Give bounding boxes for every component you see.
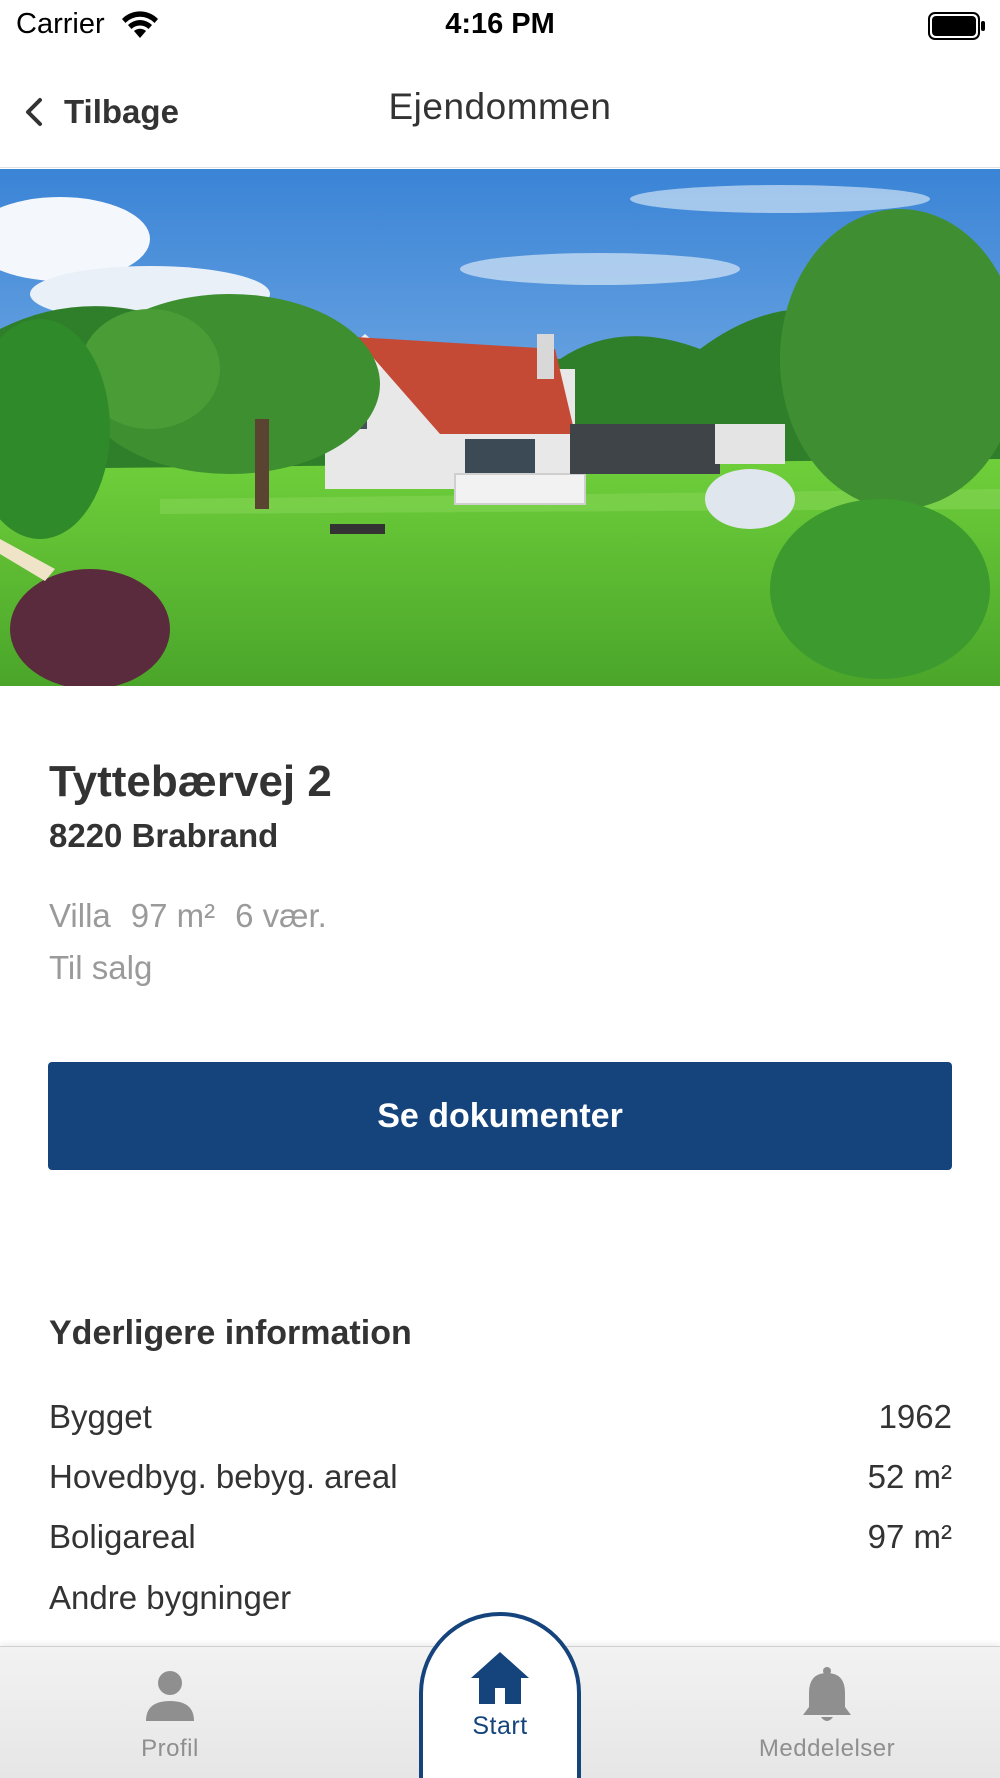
page-title: Ejendommen bbox=[388, 86, 612, 127]
info-label: Hovedbyg. bebyg. areal bbox=[49, 1458, 398, 1495]
status-bar: Carrier 4:16 PM bbox=[0, 0, 1000, 52]
info-row-main-building-area: Hovedbyg. bebyg. areal 52 m² bbox=[49, 1458, 952, 1502]
battery-icon bbox=[928, 12, 985, 40]
navigation-bar: Tilbage Ejendommen bbox=[0, 56, 1000, 168]
property-screen: Carrier 4:16 PM Tilbage Ejendommen Tytte… bbox=[0, 0, 1000, 1778]
property-postal: 8220 Brabrand bbox=[49, 817, 279, 854]
tab-start[interactable]: Start bbox=[419, 1612, 581, 1778]
tab-notifications[interactable]: Meddelelser bbox=[752, 1647, 902, 1778]
tab-notifications-label: Meddelelser bbox=[758, 1735, 896, 1762]
property-status: Til salg bbox=[49, 949, 153, 986]
info-value: 97 m² bbox=[867, 1518, 952, 1555]
person-icon bbox=[146, 1671, 194, 1721]
tab-profile[interactable]: Profil bbox=[130, 1647, 210, 1778]
info-label: Bygget bbox=[49, 1398, 152, 1435]
home-icon bbox=[471, 1652, 529, 1704]
info-row-built: Bygget 1962 bbox=[49, 1398, 952, 1442]
tab-start-label: Start bbox=[472, 1712, 528, 1740]
info-label: Andre bygninger bbox=[49, 1579, 292, 1616]
property-area: 97 m² bbox=[130, 897, 216, 934]
property-rooms: 6 vær. bbox=[235, 897, 327, 934]
clock: 4:16 PM bbox=[445, 8, 555, 40]
info-value: 52 m² bbox=[867, 1458, 952, 1495]
property-photo bbox=[0, 169, 1000, 686]
info-heading: Yderligere information bbox=[49, 1314, 412, 1352]
property-meta: Villa 97 m² 6 vær. bbox=[49, 897, 347, 935]
info-value: 1962 bbox=[878, 1398, 952, 1435]
see-documents-button[interactable]: Se dokumenter bbox=[48, 1062, 952, 1170]
bell-icon bbox=[803, 1667, 851, 1721]
info-row-living-area: Boligareal 97 m² bbox=[49, 1518, 952, 1562]
info-label: Boligareal bbox=[49, 1518, 196, 1555]
house-photo bbox=[0, 169, 1000, 686]
property-address: Tyttebærvej 2 bbox=[49, 757, 332, 806]
property-type: Villa bbox=[49, 897, 111, 934]
tab-profile-label: Profil bbox=[141, 1735, 199, 1762]
